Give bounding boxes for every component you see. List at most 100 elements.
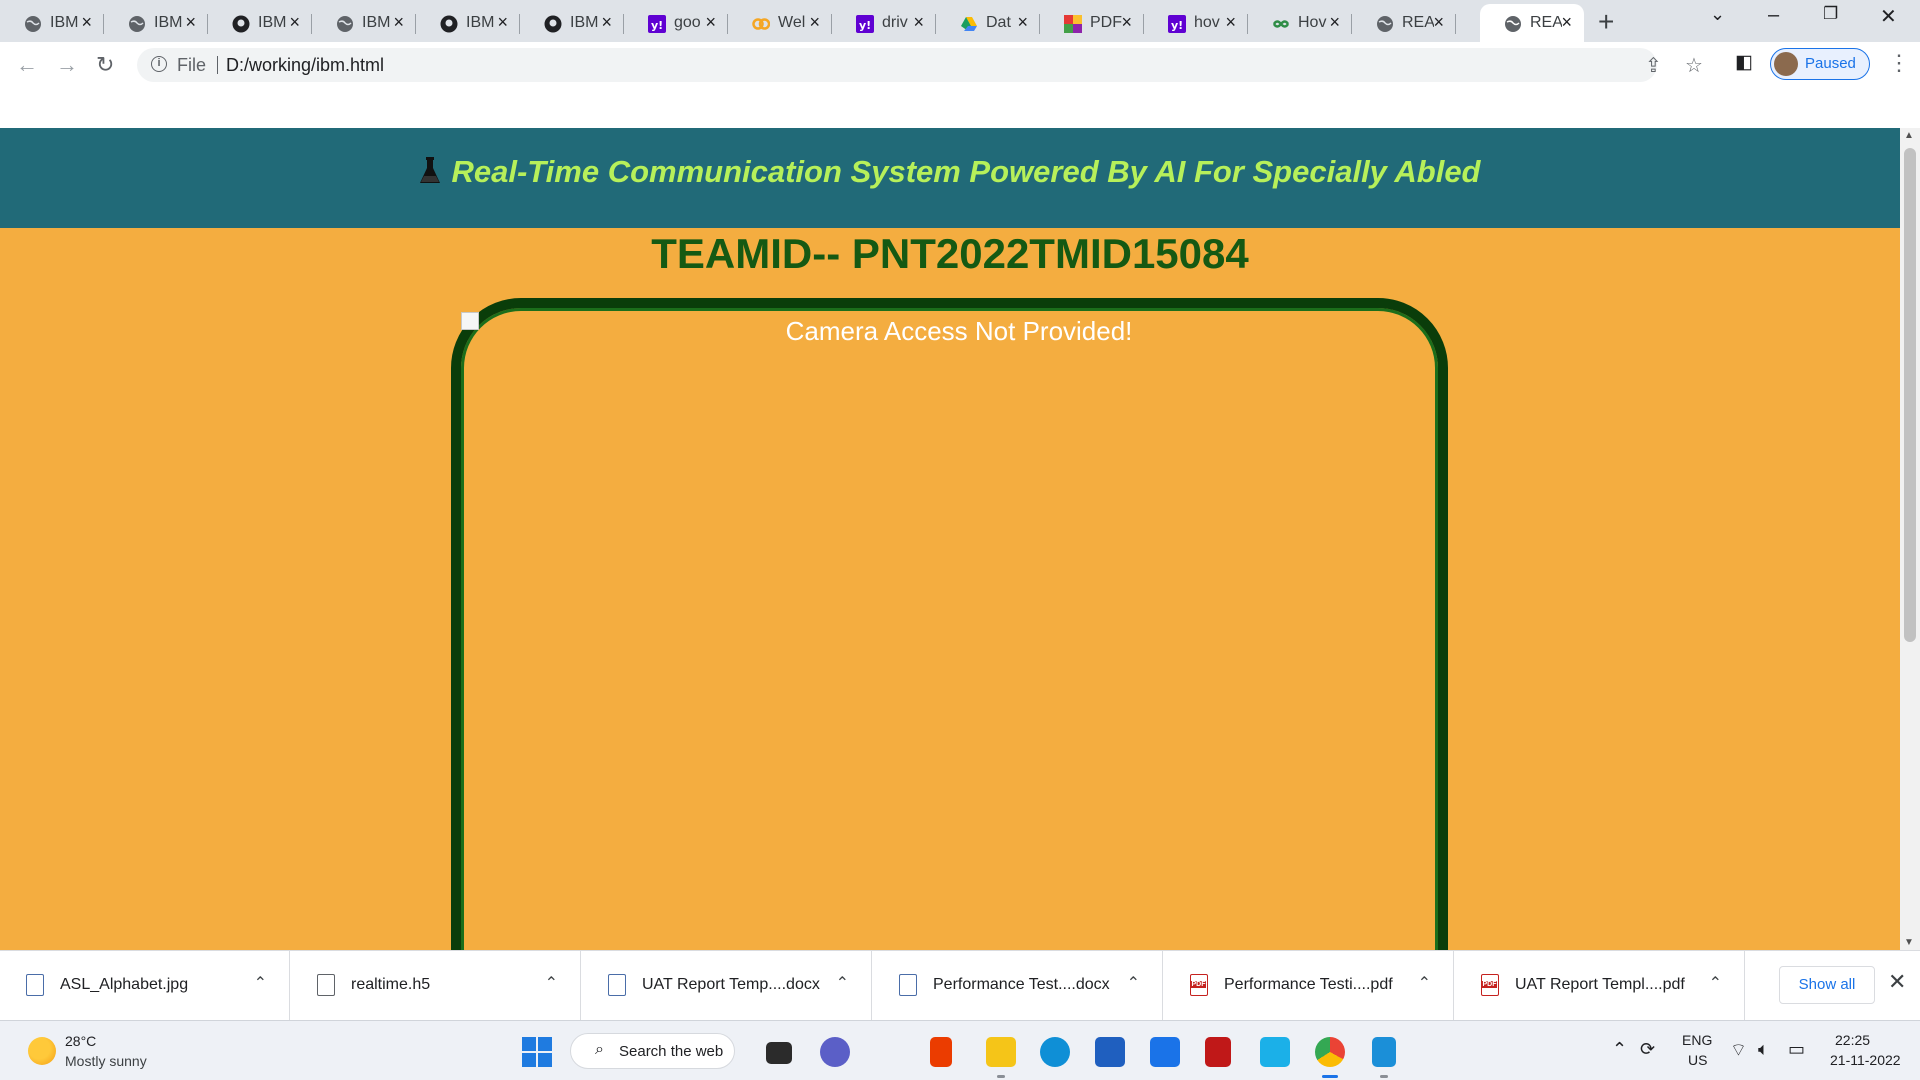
- new-tab-button[interactable]: +: [1598, 6, 1614, 38]
- scrollbar-thumb[interactable]: [1904, 148, 1916, 642]
- weather-temperature[interactable]: 28°C: [65, 1033, 96, 1049]
- download-filename: ASL_Alphabet.jpg: [60, 976, 189, 993]
- mail-icon[interactable]: [1150, 1037, 1180, 1067]
- tab-title: REA: [1530, 14, 1562, 31]
- notepad-icon[interactable]: [1372, 1037, 1396, 1067]
- chevron-up-icon[interactable]: ⌃: [545, 973, 558, 993]
- browser-menu-icon[interactable]: ⋮: [1888, 50, 1910, 76]
- close-download-shelf-icon[interactable]: ✕: [1888, 969, 1906, 995]
- wifi-icon[interactable]: ⌔: [1730, 1039, 1747, 1062]
- mcafee-icon[interactable]: [1205, 1037, 1231, 1067]
- browser-tab[interactable]: Wel ×: [728, 4, 832, 42]
- clock-date[interactable]: 21-11-2022: [1830, 1052, 1901, 1068]
- tab-close-icon[interactable]: ×: [705, 12, 716, 33]
- browser-tab[interactable]: IBM ×: [0, 4, 104, 42]
- tab-close-icon[interactable]: ×: [81, 12, 92, 33]
- language-indicator[interactable]: ENG: [1682, 1032, 1712, 1048]
- chrome-icon[interactable]: [1315, 1037, 1345, 1067]
- taskbar-search[interactable]: ⌕ Search the web: [570, 1033, 735, 1069]
- page-scrollbar[interactable]: ▲ ▼: [1900, 128, 1920, 950]
- tab-close-icon[interactable]: ×: [1017, 12, 1028, 33]
- scroll-up-arrow-icon[interactable]: ▲: [1904, 130, 1914, 141]
- tab-close-icon[interactable]: ×: [1121, 12, 1132, 33]
- browser-tab[interactable]: IBM ×: [104, 4, 208, 42]
- back-button[interactable]: ←: [16, 52, 38, 78]
- tab-close-icon[interactable]: ×: [185, 12, 196, 33]
- image-file-icon: [26, 974, 44, 996]
- start-button[interactable]: [522, 1037, 552, 1067]
- launcher-l-icon[interactable]: [1260, 1037, 1290, 1067]
- browser-tab[interactable]: y! driv ×: [832, 4, 936, 42]
- search-icon: ⌕: [595, 1041, 604, 1058]
- side-panel-icon[interactable]: ◧: [1735, 51, 1753, 74]
- github-icon: [544, 15, 562, 33]
- reload-button[interactable]: ↻: [96, 52, 114, 78]
- tab-close-icon[interactable]: ×: [1561, 12, 1572, 33]
- tab-close-icon[interactable]: ×: [1433, 12, 1444, 33]
- weather-sun-icon[interactable]: [28, 1037, 56, 1065]
- sync-icon[interactable]: ⟳: [1640, 1039, 1655, 1060]
- tab-search-chevron-icon[interactable]: ⌄: [1710, 4, 1725, 25]
- show-hidden-icons-chevron-icon[interactable]: ⌃: [1612, 1039, 1627, 1060]
- download-item[interactable]: UAT Report Templ....pdf ⌃: [1455, 951, 1745, 1021]
- browser-tab[interactable]: IBM ×: [416, 4, 520, 42]
- forward-button[interactable]: →: [56, 52, 78, 78]
- battery-icon[interactable]: ▭: [1788, 1039, 1805, 1060]
- browser-tab[interactable]: Dat ×: [936, 4, 1040, 42]
- browser-tab[interactable]: IBM ×: [312, 4, 416, 42]
- tab-close-icon[interactable]: ×: [1329, 12, 1340, 33]
- browser-tab[interactable]: Hov ×: [1248, 4, 1352, 42]
- share-icon[interactable]: ⇪: [1645, 53, 1662, 78]
- chevron-up-icon[interactable]: ⌃: [836, 973, 849, 993]
- restore-button[interactable]: ❐: [1823, 4, 1838, 24]
- chevron-up-icon[interactable]: ⌃: [1418, 973, 1431, 993]
- tab-close-icon[interactable]: ×: [497, 12, 508, 33]
- tab-close-icon[interactable]: ×: [601, 12, 612, 33]
- download-item[interactable]: realtime.h5 ⌃: [291, 951, 581, 1021]
- browser-tab-active[interactable]: REA ×: [1480, 4, 1584, 42]
- info-icon[interactable]: i: [151, 56, 167, 72]
- scroll-down-arrow-icon[interactable]: ▼: [1904, 937, 1914, 948]
- bookmark-star-icon[interactable]: ☆: [1685, 53, 1703, 78]
- show-all-downloads-button[interactable]: Show all: [1779, 966, 1875, 1004]
- chevron-up-icon[interactable]: ⌃: [254, 973, 267, 993]
- download-item[interactable]: Performance Testi....pdf ⌃: [1164, 951, 1454, 1021]
- download-item[interactable]: Performance Test....docx ⌃: [873, 951, 1163, 1021]
- browser-tab[interactable]: REA ×: [1352, 4, 1456, 42]
- browser-tab[interactable]: y! hov ×: [1144, 4, 1248, 42]
- download-item[interactable]: ASL_Alphabet.jpg ⌃: [0, 951, 290, 1021]
- clock-time[interactable]: 22:25: [1835, 1032, 1870, 1048]
- tab-close-icon[interactable]: ×: [1225, 12, 1236, 33]
- download-filename: Performance Test....docx: [933, 976, 1110, 993]
- download-item[interactable]: UAT Report Temp....docx ⌃: [582, 951, 872, 1021]
- search-label: Search the web: [619, 1043, 724, 1060]
- tab-title: IBM: [466, 14, 495, 31]
- edge-browser-icon[interactable]: [1040, 1037, 1070, 1067]
- browser-tab[interactable]: PDF ×: [1040, 4, 1144, 42]
- url-text[interactable]: D:/working/ibm.html: [226, 55, 384, 76]
- browser-tab[interactable]: IBM ×: [208, 4, 312, 42]
- tab-close-icon[interactable]: ×: [913, 12, 924, 33]
- tab-close-icon[interactable]: ×: [393, 12, 404, 33]
- close-window-button[interactable]: ✕: [1880, 4, 1897, 29]
- browser-tab[interactable]: y! goo ×: [624, 4, 728, 42]
- address-bar[interactable]: i File D:/working/ibm.html ⇪ ☆: [137, 48, 1703, 82]
- globe-icon: [1377, 16, 1393, 32]
- tab-close-icon[interactable]: ×: [809, 12, 820, 33]
- task-view-icon[interactable]: [766, 1042, 792, 1064]
- office-icon[interactable]: [930, 1037, 952, 1067]
- browser-tab[interactable]: IBM ×: [520, 4, 624, 42]
- minimize-button[interactable]: –: [1768, 4, 1779, 27]
- teams-chat-icon[interactable]: [820, 1037, 850, 1067]
- language-region[interactable]: US: [1688, 1052, 1707, 1068]
- microsoft-store-icon[interactable]: [1095, 1037, 1125, 1067]
- profile-button[interactable]: Paused: [1770, 48, 1870, 80]
- chevron-up-icon[interactable]: ⌃: [1709, 973, 1722, 993]
- download-filename: Performance Testi....pdf: [1224, 976, 1393, 993]
- file-explorer-icon[interactable]: [986, 1037, 1016, 1067]
- tab-close-icon[interactable]: ×: [289, 12, 300, 33]
- tab-title: IBM: [570, 14, 599, 31]
- volume-icon[interactable]: 🔈︎: [1758, 1039, 1769, 1060]
- chevron-up-icon[interactable]: ⌃: [1127, 973, 1140, 993]
- weather-description[interactable]: Mostly sunny: [65, 1053, 147, 1069]
